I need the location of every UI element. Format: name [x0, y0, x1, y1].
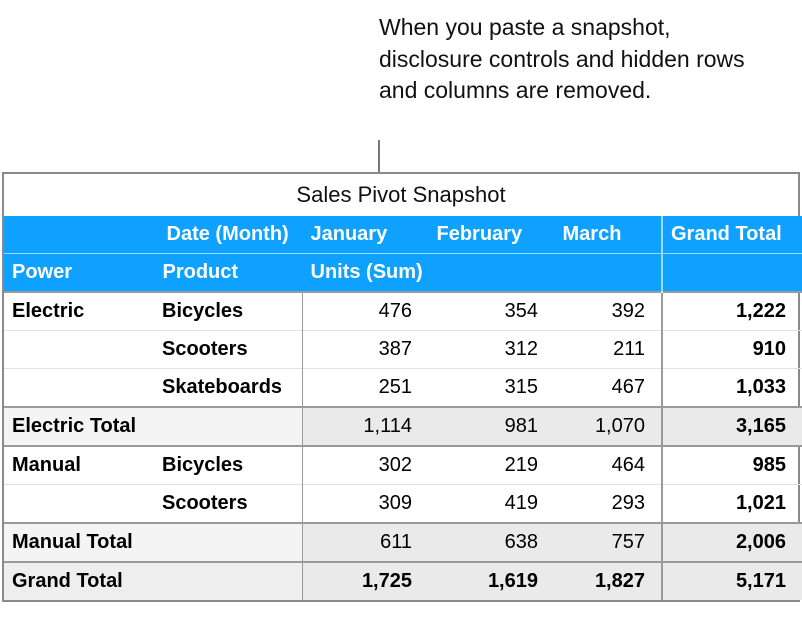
subtotal-value: 638	[428, 523, 554, 562]
hdr-date-month: Date (Month)	[154, 216, 302, 254]
hdr-power: Power	[4, 254, 154, 293]
hdr-blank	[4, 216, 154, 254]
hdr-month-jan: January	[302, 216, 428, 254]
subtotal-total: 3,165	[662, 407, 802, 446]
subtotal-value: 981	[428, 407, 554, 446]
grand-total-value: 1,725	[302, 562, 428, 600]
subtotal-label: Electric Total	[4, 407, 302, 446]
grand-total-row: Grand Total 1,725 1,619 1,827 5,171	[4, 562, 802, 600]
cell-value: 476	[302, 292, 428, 331]
callout-text: When you paste a snapshot, disclosure co…	[379, 12, 759, 107]
cell-value: 467	[554, 369, 662, 408]
cell-power	[4, 331, 154, 369]
subtotal-row: Manual Total 611 638 757 2,006	[4, 523, 802, 562]
subtotal-row: Electric Total 1,114 981 1,070 3,165	[4, 407, 802, 446]
subtotal-value: 611	[302, 523, 428, 562]
hdr-units-sum: Units (Sum)	[302, 254, 662, 293]
grand-total-value: 1,827	[554, 562, 662, 600]
subtotal-value: 1,070	[554, 407, 662, 446]
hdr-blank-gt	[662, 254, 802, 293]
cell-row-total: 985	[662, 446, 802, 485]
table-row: Manual Bicycles 302 219 464 985	[4, 446, 802, 485]
cell-value: 419	[428, 485, 554, 524]
hdr-month-feb: February	[428, 216, 554, 254]
cell-product: Skateboards	[154, 369, 302, 408]
cell-row-total: 910	[662, 331, 802, 369]
cell-value: 293	[554, 485, 662, 524]
hdr-month-mar: March	[554, 216, 662, 254]
cell-row-total: 1,033	[662, 369, 802, 408]
cell-power	[4, 485, 154, 524]
subtotal-value: 757	[554, 523, 662, 562]
table-row: Scooters 309 419 293 1,021	[4, 485, 802, 524]
cell-value: 315	[428, 369, 554, 408]
cell-value: 219	[428, 446, 554, 485]
cell-value: 354	[428, 292, 554, 331]
cell-product: Bicycles	[154, 292, 302, 331]
cell-row-total: 1,021	[662, 485, 802, 524]
cell-value: 302	[302, 446, 428, 485]
cell-power: Electric	[4, 292, 154, 331]
cell-value: 251	[302, 369, 428, 408]
cell-power	[4, 369, 154, 408]
cell-product: Bicycles	[154, 446, 302, 485]
cell-value: 387	[302, 331, 428, 369]
grand-total-total: 5,171	[662, 562, 802, 600]
grand-total-label: Grand Total	[4, 562, 302, 600]
subtotal-value: 1,114	[302, 407, 428, 446]
cell-value: 312	[428, 331, 554, 369]
table-row: Scooters 387 312 211 910	[4, 331, 802, 369]
table-title: Sales Pivot Snapshot	[4, 174, 798, 216]
table-row: Skateboards 251 315 467 1,033	[4, 369, 802, 408]
table-row: Electric Bicycles 476 354 392 1,222	[4, 292, 802, 331]
cell-product: Scooters	[154, 485, 302, 524]
subtotal-total: 2,006	[662, 523, 802, 562]
cell-value: 392	[554, 292, 662, 331]
callout-leader-line	[378, 140, 380, 175]
cell-product: Scooters	[154, 331, 302, 369]
cell-value: 464	[554, 446, 662, 485]
subtotal-label: Manual Total	[4, 523, 302, 562]
grand-total-value: 1,619	[428, 562, 554, 600]
cell-value: 309	[302, 485, 428, 524]
cell-value: 211	[554, 331, 662, 369]
cell-power: Manual	[4, 446, 154, 485]
hdr-grand-total: Grand Total	[662, 216, 802, 254]
pivot-snapshot-table: Sales Pivot Snapshot Date (Month) Januar…	[2, 172, 800, 602]
hdr-product: Product	[154, 254, 302, 293]
pivot-table: Date (Month) January February March Gran…	[4, 216, 802, 600]
cell-row-total: 1,222	[662, 292, 802, 331]
